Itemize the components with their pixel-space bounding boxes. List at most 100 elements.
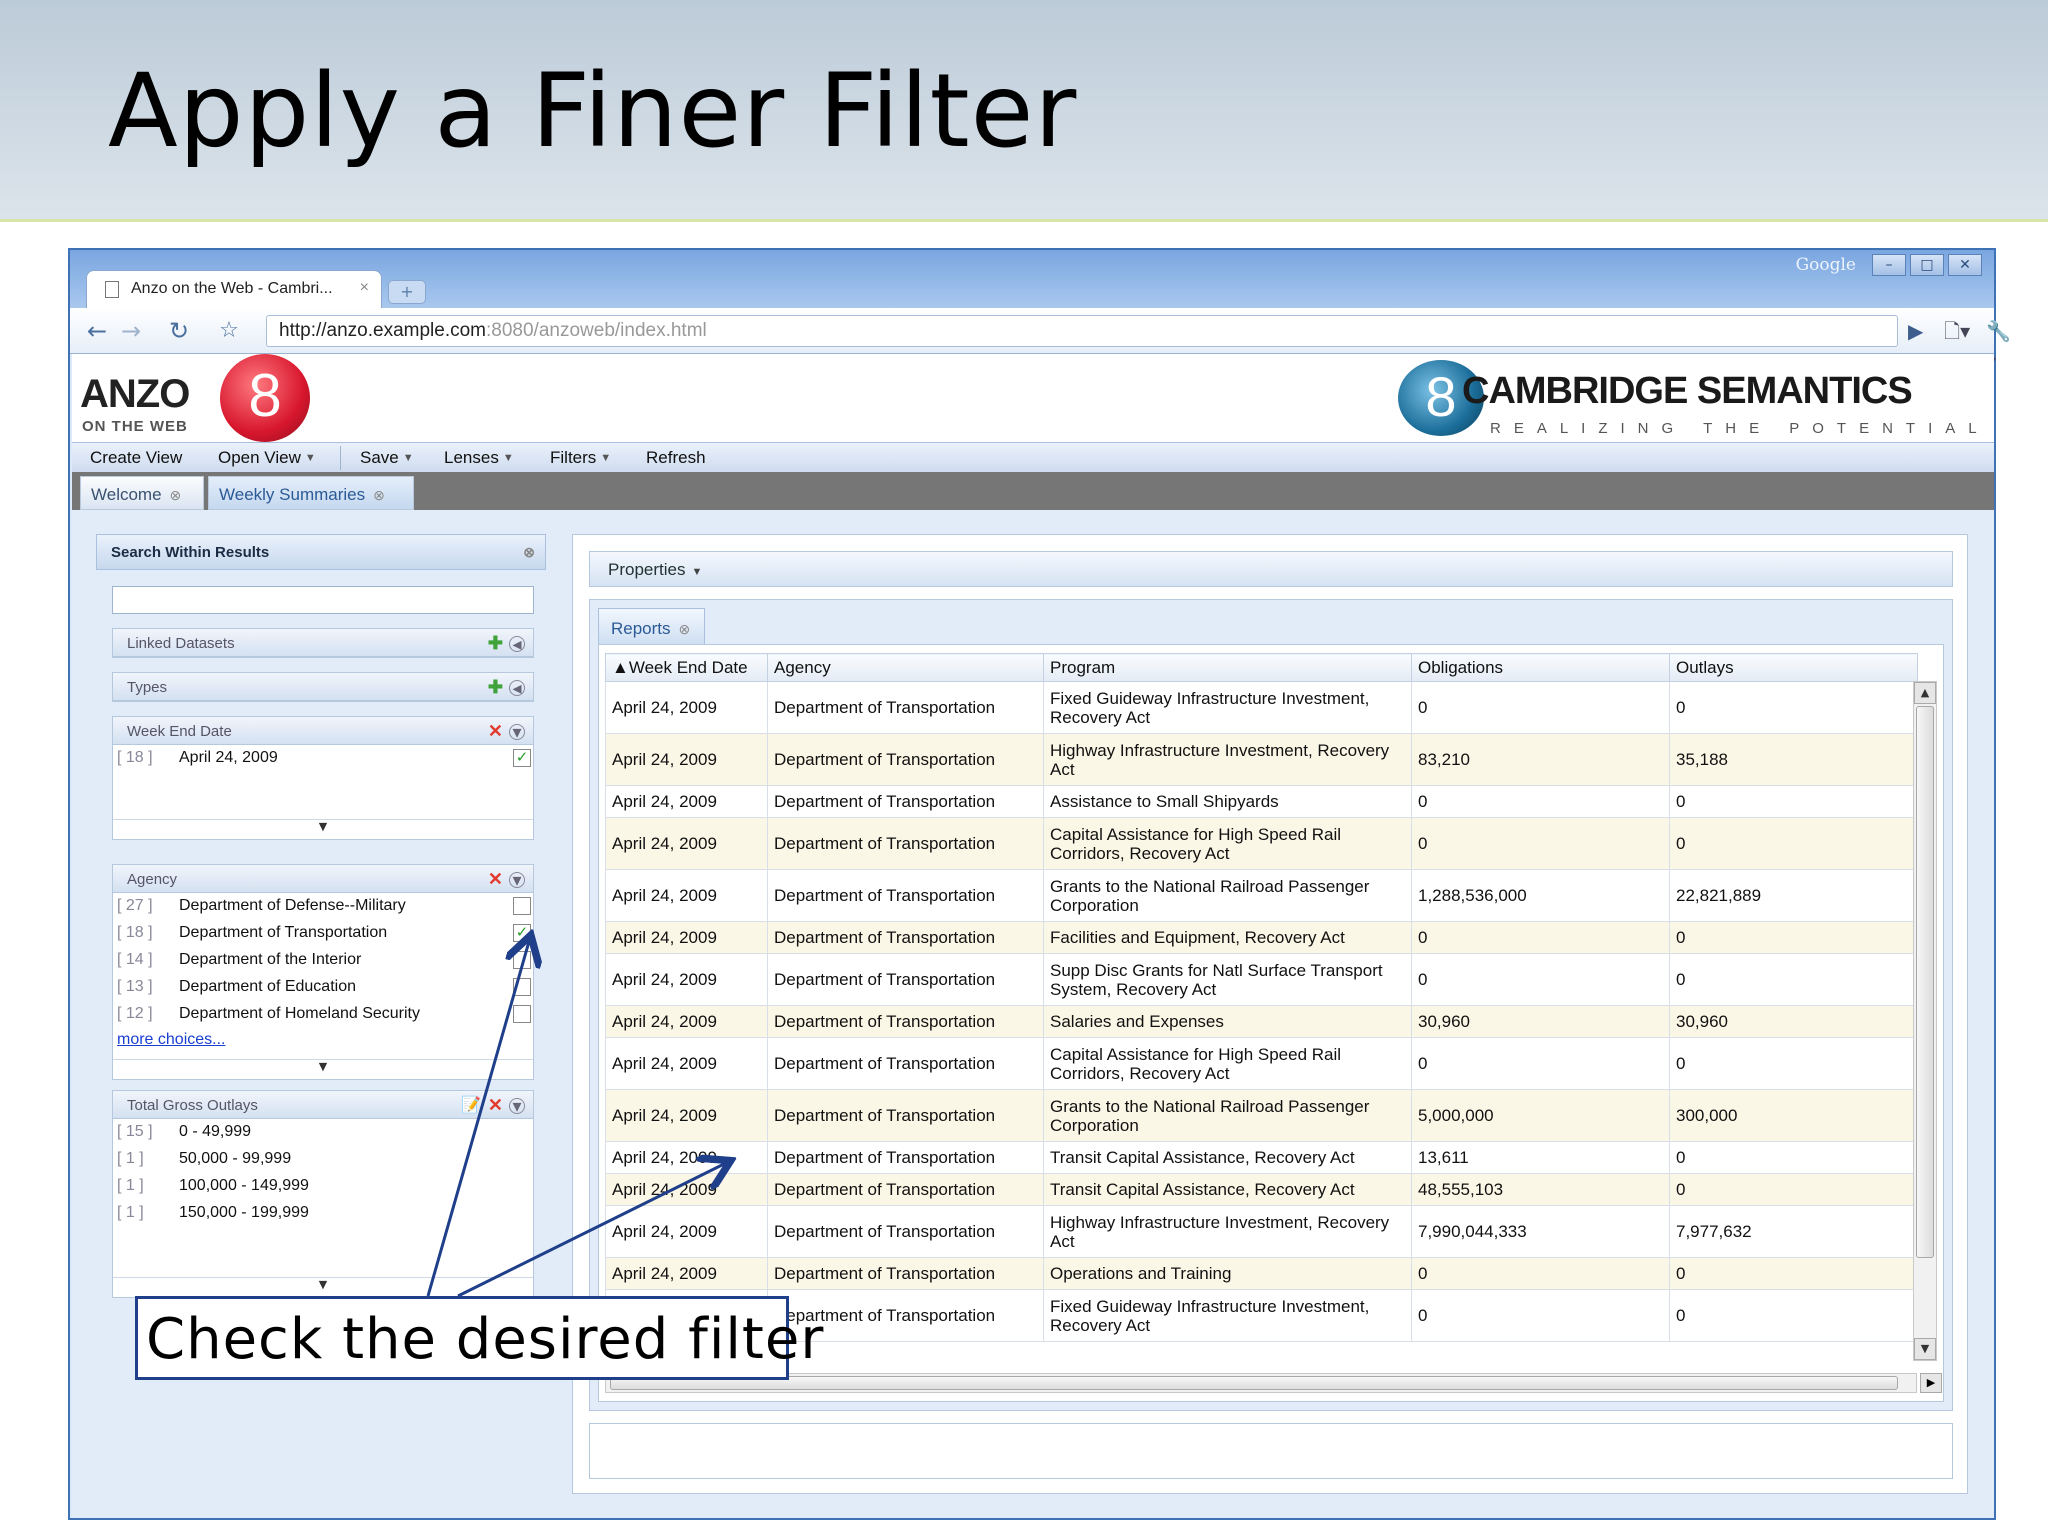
collapse-icon[interactable]: ▾ <box>509 1097 525 1115</box>
menu-save-label: Save <box>360 448 399 467</box>
tab-welcome-label: Welcome <box>91 485 162 504</box>
wrench-menu-icon[interactable]: 🔧▾ <box>1986 316 2011 373</box>
facet-header[interactable]: Types ✚ ◂ <box>113 673 533 701</box>
menu-create-view[interactable]: Create View <box>90 448 182 468</box>
new-tab-button[interactable]: + <box>388 280 426 304</box>
back-icon[interactable]: ← <box>80 316 114 346</box>
table-row[interactable]: April 24, 2009Department of Transportati… <box>605 785 1918 818</box>
facet-checkbox[interactable] <box>513 978 531 996</box>
table-cell: Department of Transportation <box>767 1037 1044 1090</box>
url-path: :8080/anzoweb/index.html <box>486 320 707 341</box>
close-tab-icon[interactable]: ⊗ <box>170 487 182 503</box>
facet-checkbox[interactable]: ✓ <box>513 749 531 767</box>
slide-header: Apply a Finer Filter <box>0 0 2048 222</box>
column-header[interactable]: Program <box>1043 653 1412 682</box>
maximize-icon[interactable]: □ <box>1910 254 1944 276</box>
close-tab-icon[interactable]: × <box>360 279 369 297</box>
collapse-icon[interactable]: ▾ <box>509 723 525 741</box>
table-row[interactable]: April 24, 2009Department of Transportati… <box>605 681 1918 734</box>
collapse-icon[interactable]: ⊗ <box>523 544 535 561</box>
table-cell: 0 <box>1669 921 1918 954</box>
remove-icon[interactable]: ✕ <box>488 869 503 890</box>
table-row[interactable]: April 24, 2009Department of Transportati… <box>605 921 1918 954</box>
table-row[interactable]: April 24, 2009Department of Transportati… <box>605 1089 1918 1142</box>
close-window-icon[interactable]: ✕ <box>1948 254 1982 276</box>
scroll-thumb[interactable] <box>610 1376 1898 1390</box>
search-input[interactable] <box>112 586 534 614</box>
facet-header[interactable]: Week End Date ✕ ▾ <box>113 717 533 745</box>
add-icon[interactable]: ✚ <box>488 633 503 654</box>
column-header[interactable]: ▲Week End Date <box>605 653 768 682</box>
properties-dropdown[interactable]: Properties ▼ <box>589 551 1953 587</box>
table-cell: 0 <box>1411 1037 1670 1090</box>
table-row[interactable]: April 24, 2009Department of Transportati… <box>605 733 1918 786</box>
menu-lenses[interactable]: Lenses ▼ <box>444 448 514 468</box>
column-header[interactable]: Agency <box>767 653 1044 682</box>
close-tab-icon[interactable]: ⊗ <box>679 621 691 637</box>
tab-weekly-summaries[interactable]: Weekly Summaries ⊗ <box>208 476 414 510</box>
url-bar[interactable]: http://anzo.example.com:8080/anzoweb/ind… <box>266 315 1898 347</box>
menu-open-view[interactable]: Open View ▼ <box>218 448 316 468</box>
table-cell: 5,000,000 <box>1411 1089 1670 1142</box>
scroll-down-icon[interactable]: ▼ <box>113 1277 533 1297</box>
scroll-down-icon[interactable]: ▼ <box>113 1059 533 1079</box>
facet-checkbox[interactable]: ✓ <box>513 924 531 942</box>
tab-reports[interactable]: Reports ⊗ <box>598 608 706 644</box>
expand-icon[interactable]: ◂ <box>509 679 525 697</box>
table-row[interactable]: April 24, 2009Department of Transportati… <box>605 1141 1918 1174</box>
facet-count: [ 13 ] <box>117 978 153 995</box>
facet-title: Week End Date <box>127 723 232 740</box>
facet-item: [ 18 ] April 24, 2009 ✓ <box>113 745 533 772</box>
menu-refresh[interactable]: Refresh <box>646 448 706 468</box>
facet-header[interactable]: Agency ✕ ▾ <box>113 865 533 893</box>
facet-header[interactable]: Linked Datasets ✚ ◂ <box>113 629 533 657</box>
column-header[interactable]: Obligations <box>1411 653 1670 682</box>
table-row[interactable]: April 24, 2009Department of Transportati… <box>605 1257 1918 1290</box>
menu-save[interactable]: Save ▼ <box>360 448 414 468</box>
vertical-scrollbar[interactable]: ▲ ▼ <box>1913 681 1937 1361</box>
add-icon[interactable]: ✚ <box>488 677 503 698</box>
page-menu-icon[interactable]: 🗋▾ <box>1944 316 1970 346</box>
slide-title: Apply a Finer Filter <box>108 52 1078 171</box>
facet-item[interactable]: [ 1 ] 100,000 - 149,999 <box>113 1173 533 1200</box>
edit-range-icon[interactable]: 📝 <box>461 1095 481 1115</box>
table-row[interactable]: April 24, 2009Department of Transportati… <box>605 1205 1918 1258</box>
table-cell: Department of Transportation <box>767 921 1044 954</box>
table-row[interactable]: April 24, 2009Department of Transportati… <box>605 817 1918 870</box>
browser-tab[interactable]: Anzo on the Web - Cambri... × <box>86 270 382 308</box>
expand-icon[interactable]: ◂ <box>509 635 525 653</box>
reload-icon[interactable]: ↻ <box>162 316 196 346</box>
facet-item[interactable]: [ 1 ] 50,000 - 99,999 <box>113 1146 533 1173</box>
scroll-thumb[interactable] <box>1916 706 1934 1258</box>
go-icon[interactable]: ▶ <box>1908 316 1923 346</box>
horizontal-scrollbar[interactable]: ▶ <box>605 1373 1942 1393</box>
table-row[interactable]: April 24, 2009Department of Transportati… <box>605 1037 1918 1090</box>
scroll-up-icon[interactable]: ▲ <box>1914 682 1936 704</box>
facet-checkbox[interactable] <box>513 951 531 969</box>
table-row[interactable]: April 24, 2009Department of Transportati… <box>605 1173 1918 1206</box>
column-header[interactable]: Outlays <box>1669 653 1918 682</box>
tab-welcome[interactable]: Welcome ⊗ <box>80 476 204 510</box>
facet-item[interactable]: [ 1 ] 150,000 - 199,999 <box>113 1200 533 1227</box>
search-panel-title-text: Search Within Results <box>111 544 270 561</box>
collapse-icon[interactable]: ▾ <box>509 871 525 889</box>
facet-item[interactable]: [ 15 ] 0 - 49,999 <box>113 1119 533 1146</box>
facet-title: Types <box>127 679 168 696</box>
close-tab-icon[interactable]: ⊗ <box>373 487 385 503</box>
bookmark-star-icon[interactable]: ☆ <box>212 316 246 346</box>
facet-checkbox[interactable] <box>513 897 531 915</box>
forward-icon[interactable]: → <box>114 316 148 346</box>
scroll-down-icon[interactable]: ▼ <box>113 819 533 839</box>
more-choices-link[interactable]: more choices... <box>117 1031 225 1049</box>
remove-icon[interactable]: ✕ <box>488 721 503 742</box>
facet-checkbox[interactable] <box>513 1005 531 1023</box>
table-row[interactable]: April 24, 2009Department of Transportati… <box>605 953 1918 1006</box>
scroll-right-icon[interactable]: ▶ <box>1920 1373 1942 1393</box>
menu-filters[interactable]: Filters ▼ <box>550 448 611 468</box>
scroll-down-icon[interactable]: ▼ <box>1914 1338 1936 1360</box>
table-row[interactable]: April 24, 2009Department of Transportati… <box>605 1005 1918 1038</box>
facet-header[interactable]: Total Gross Outlays 📝 ✕ ▾ <box>113 1091 533 1119</box>
minimize-icon[interactable]: – <box>1872 254 1906 276</box>
remove-icon[interactable]: ✕ <box>488 1095 503 1116</box>
table-row[interactable]: April 24, 2009Department of Transportati… <box>605 869 1918 922</box>
